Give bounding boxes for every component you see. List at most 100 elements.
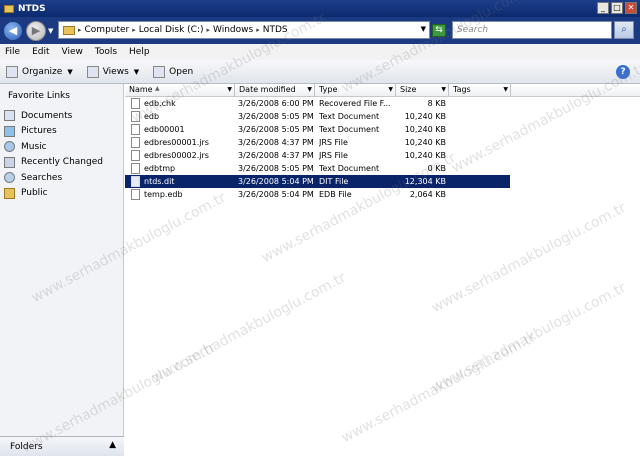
- sidebar-item-documents[interactable]: Documents: [4, 108, 103, 124]
- breadcrumb-local-disk[interactable]: Local Disk (C:): [139, 25, 204, 35]
- file-type: DIT File: [319, 177, 349, 186]
- menu-edit[interactable]: Edit: [32, 47, 49, 57]
- menu-file[interactable]: File: [5, 47, 20, 57]
- close-button[interactable]: ✕: [625, 2, 637, 14]
- chevron-down-icon[interactable]: ▼: [441, 84, 446, 96]
- sidebar-item-music[interactable]: Music: [4, 139, 103, 155]
- breadcrumb-computer[interactable]: Computer: [85, 25, 130, 35]
- file-row[interactable]: temp.edb 3/26/2008 5:04 PM EDB File 2,06…: [125, 188, 640, 201]
- forward-button[interactable]: ▶: [26, 20, 46, 41]
- recently-changed-icon: [4, 156, 15, 168]
- file-type: EDB File: [319, 190, 352, 199]
- column-header-label: Type: [319, 85, 338, 94]
- file-icon: [131, 163, 140, 174]
- chevron-down-icon[interactable]: ▼: [307, 84, 312, 96]
- chevron-down-icon[interactable]: ▼: [227, 84, 232, 96]
- file-name: edb00001: [144, 125, 185, 134]
- file-name: edbtmp: [144, 164, 176, 173]
- menu-tools[interactable]: Tools: [95, 47, 117, 57]
- column-header-name[interactable]: Name ▲ ▼: [125, 84, 235, 97]
- column-header-type[interactable]: Type ▼: [315, 84, 396, 97]
- command-toolbar: Organize ▼ Views ▼ Open ?: [0, 60, 640, 84]
- file-row[interactable]: edbtmp 3/26/2008 5:05 PM Text Document 0…: [125, 162, 640, 175]
- file-icon: [131, 98, 140, 109]
- file-date: 3/26/2008 6:00 PM: [238, 99, 314, 108]
- folder-icon: [4, 187, 15, 199]
- file-row[interactable]: edb 3/26/2008 5:05 PM Text Document 10,2…: [125, 110, 640, 123]
- refresh-button[interactable]: ⇆: [432, 24, 446, 37]
- organize-button[interactable]: Organize ▼: [6, 65, 73, 78]
- chevron-down-icon: ▼: [67, 67, 73, 76]
- sidebar-item-pictures[interactable]: Pictures: [4, 124, 103, 140]
- file-row-selected[interactable]: ntds.dit 3/26/2008 5:04 PM DIT File 12,3…: [125, 175, 510, 188]
- file-icon: [131, 189, 140, 200]
- open-label: Open: [169, 66, 194, 77]
- organize-icon: [6, 65, 18, 78]
- arrow-right-icon: ▶: [31, 23, 41, 37]
- file-size: 10,240 KB: [404, 151, 446, 160]
- file-type: Text Document: [319, 112, 380, 121]
- file-list: Name ▲ ▼ Date modified ▼ Type ▼ Size ▼ T…: [125, 84, 640, 456]
- sidebar-item-searches[interactable]: Searches: [4, 170, 103, 186]
- sort-ascending-icon: ▲: [155, 85, 160, 92]
- file-row[interactable]: edbres00001.jrs 3/26/2008 4:37 PM JRS Fi…: [125, 136, 640, 149]
- search-button[interactable]: ⌕: [614, 21, 634, 39]
- file-row[interactable]: edb00001 3/26/2008 5:05 PM Text Document…: [125, 123, 640, 136]
- file-row[interactable]: edbres00002.jrs 3/26/2008 4:37 PM JRS Fi…: [125, 149, 640, 162]
- sidebar-item-recently-changed[interactable]: Recently Changed: [4, 155, 103, 171]
- address-bar[interactable]: ▸ Computer ▸ Local Disk (C:) ▸ Windows ▸…: [58, 21, 430, 39]
- chevron-right-icon[interactable]: ▸: [256, 26, 260, 34]
- file-date: 3/26/2008 5:05 PM: [238, 125, 314, 134]
- chevron-right-icon[interactable]: ▸: [78, 26, 82, 34]
- history-dropdown-icon[interactable]: ▼: [48, 27, 53, 35]
- file-size: 0 KB: [427, 164, 446, 173]
- sidebar-item-label: Music: [21, 141, 47, 152]
- menu-help[interactable]: Help: [129, 47, 150, 57]
- minimize-button[interactable]: _: [597, 2, 609, 14]
- back-button[interactable]: ◀: [3, 20, 23, 41]
- maximize-button[interactable]: □: [611, 2, 623, 14]
- music-icon: [4, 141, 15, 153]
- arrow-left-icon: ◀: [8, 23, 18, 37]
- search-icon: ⌕: [621, 24, 627, 35]
- breadcrumb-windows[interactable]: Windows: [213, 25, 253, 35]
- column-header-date[interactable]: Date modified ▼: [235, 84, 315, 97]
- file-name: temp.edb: [144, 190, 183, 199]
- chevron-down-icon[interactable]: ▼: [421, 25, 426, 33]
- search-input[interactable]: Search: [452, 21, 612, 39]
- breadcrumb-ntds[interactable]: NTDS: [263, 25, 288, 35]
- chevron-down-icon[interactable]: ▼: [388, 84, 393, 96]
- sidebar-item-label: Public: [21, 188, 48, 199]
- file-icon: [131, 176, 140, 187]
- file-icon: [131, 150, 140, 161]
- file-name: edbres00001.jrs: [144, 138, 209, 147]
- file-date: 3/26/2008 5:04 PM: [238, 190, 314, 199]
- sidebar-item-label: Searches: [21, 172, 63, 183]
- open-icon: [153, 65, 166, 78]
- file-size: 10,240 KB: [404, 138, 446, 147]
- chevron-right-icon[interactable]: ▸: [132, 26, 136, 34]
- file-date: 3/26/2008 4:37 PM: [238, 138, 314, 147]
- chevron-down-icon[interactable]: ▼: [503, 84, 508, 96]
- help-icon[interactable]: ?: [616, 65, 630, 79]
- folders-toggle[interactable]: Folders ▲: [0, 436, 124, 456]
- file-size: 8 KB: [427, 99, 446, 108]
- views-button[interactable]: Views ▼: [86, 65, 139, 78]
- file-row[interactable]: edb.chk 3/26/2008 6:00 PM Recovered File…: [125, 97, 640, 110]
- organize-label: Organize: [22, 66, 63, 77]
- column-header-tags[interactable]: Tags ▼: [449, 84, 511, 97]
- views-label: Views: [102, 66, 129, 77]
- open-button[interactable]: Open: [153, 65, 194, 78]
- column-header-row: Name ▲ ▼ Date modified ▼ Type ▼ Size ▼ T…: [125, 84, 640, 97]
- column-header-label: Date modified: [239, 85, 296, 94]
- sidebar-item-label: Documents: [21, 110, 73, 121]
- favorite-links-heading: Favorite Links: [8, 91, 70, 101]
- file-size: 10,240 KB: [404, 125, 446, 134]
- menu-view[interactable]: View: [62, 47, 83, 57]
- navigation-bar: ◀ ▶ ▼ ▸ Computer ▸ Local Disk (C:) ▸ Win…: [0, 17, 640, 44]
- sidebar-item-public[interactable]: Public: [4, 186, 103, 202]
- chevron-right-icon[interactable]: ▸: [207, 26, 211, 34]
- folders-label: Folders: [10, 441, 43, 452]
- chevron-up-icon: ▲: [109, 440, 116, 450]
- column-header-size[interactable]: Size ▼: [396, 84, 449, 97]
